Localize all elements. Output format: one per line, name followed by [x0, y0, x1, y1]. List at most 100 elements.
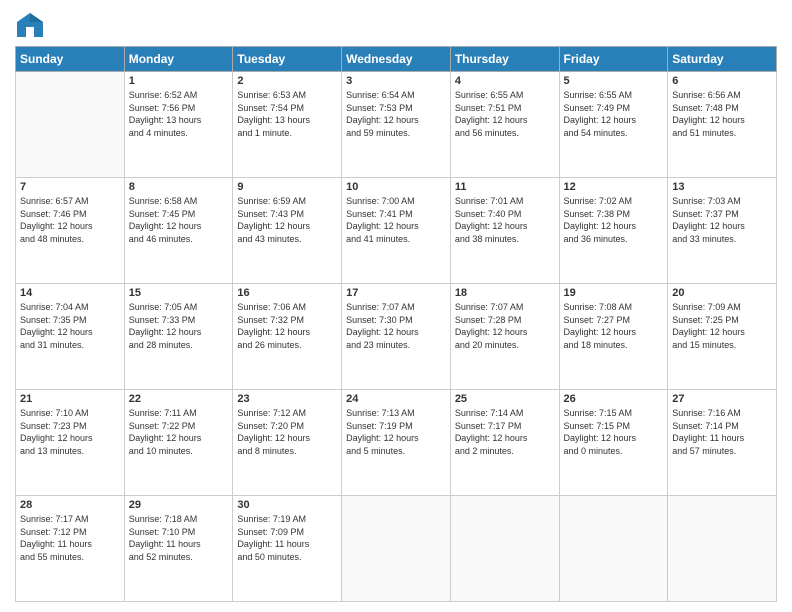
- day-cell: 27 Sunrise: 7:16 AM Sunset: 7:14 PM Dayli…: [668, 390, 777, 496]
- day-cell: [342, 496, 451, 602]
- day-cell: 15 Sunrise: 7:05 AM Sunset: 7:33 PM Dayli…: [124, 284, 233, 390]
- day-info: Sunrise: 6:52 AM Sunset: 7:56 PM Dayligh…: [129, 89, 229, 139]
- day-info: Sunrise: 7:09 AM Sunset: 7:25 PM Dayligh…: [672, 301, 772, 351]
- day-cell: [16, 72, 125, 178]
- day-cell: 28 Sunrise: 7:17 AM Sunset: 7:12 PM Dayli…: [16, 496, 125, 602]
- day-info: Sunrise: 7:10 AM Sunset: 7:23 PM Dayligh…: [20, 407, 120, 457]
- day-cell: 2 Sunrise: 6:53 AM Sunset: 7:54 PM Daylig…: [233, 72, 342, 178]
- day-info: Sunrise: 6:58 AM Sunset: 7:45 PM Dayligh…: [129, 195, 229, 245]
- day-cell: [559, 496, 668, 602]
- day-cell: 23Sunrise: 7:12 AM Sunset: 7:20 PM Dayli…: [233, 390, 342, 496]
- day-number: 27: [672, 393, 772, 405]
- day-info: Sunrise: 6:53 AM Sunset: 7:54 PM Dayligh…: [237, 89, 337, 139]
- day-info: Sunrise: 6:57 AM Sunset: 7:46 PM Dayligh…: [20, 195, 120, 245]
- day-number: 25: [455, 393, 555, 405]
- day-cell: [450, 496, 559, 602]
- day-cell: [668, 496, 777, 602]
- weekday-saturday: Saturday: [668, 47, 777, 72]
- day-number: 20: [672, 287, 772, 299]
- day-info: Sunrise: 7:15 AM Sunset: 7:15 PM Dayligh…: [564, 407, 664, 457]
- day-cell: 12Sunrise: 7:02 AM Sunset: 7:38 PM Dayli…: [559, 178, 668, 284]
- day-number: 6: [672, 75, 772, 87]
- day-number: 9: [237, 181, 337, 193]
- day-cell: 8Sunrise: 6:58 AM Sunset: 7:45 PM Daylig…: [124, 178, 233, 284]
- day-number: 19: [564, 287, 664, 299]
- day-info: Sunrise: 7:00 AM Sunset: 7:41 PM Dayligh…: [346, 195, 446, 245]
- day-cell: 3Sunrise: 6:54 AM Sunset: 7:53 PM Daylig…: [342, 72, 451, 178]
- weekday-sunday: Sunday: [16, 47, 125, 72]
- day-info: Sunrise: 6:56 AM Sunset: 7:48 PM Dayligh…: [672, 89, 772, 139]
- day-number: 10: [346, 181, 446, 193]
- week-row-1: 7 Sunrise: 6:57 AM Sunset: 7:46 PM Daylig…: [16, 178, 777, 284]
- day-cell: 13Sunrise: 7:03 AM Sunset: 7:37 PM Dayli…: [668, 178, 777, 284]
- day-number: 11: [455, 181, 555, 193]
- day-number: 23: [237, 393, 337, 405]
- day-number: 30: [237, 499, 337, 511]
- weekday-thursday: Thursday: [450, 47, 559, 72]
- week-row-0: 1 Sunrise: 6:52 AM Sunset: 7:56 PM Daylig…: [16, 72, 777, 178]
- day-info: Sunrise: 7:13 AM Sunset: 7:19 PM Dayligh…: [346, 407, 446, 457]
- day-cell: 14 Sunrise: 7:04 AM Sunset: 7:35 PM Dayli…: [16, 284, 125, 390]
- day-cell: 1 Sunrise: 6:52 AM Sunset: 7:56 PM Daylig…: [124, 72, 233, 178]
- day-number: 28: [20, 499, 120, 511]
- day-number: 26: [564, 393, 664, 405]
- day-number: 21: [20, 393, 120, 405]
- day-number: 7: [20, 181, 120, 193]
- day-cell: 29 Sunrise: 7:18 AM Sunset: 7:10 PM Dayli…: [124, 496, 233, 602]
- logo: [15, 10, 49, 40]
- day-cell: 16Sunrise: 7:06 AM Sunset: 7:32 PM Dayli…: [233, 284, 342, 390]
- day-number: 16: [237, 287, 337, 299]
- day-info: Sunrise: 6:55 AM Sunset: 7:51 PM Dayligh…: [455, 89, 555, 139]
- day-info: Sunrise: 7:11 AM Sunset: 7:22 PM Dayligh…: [129, 407, 229, 457]
- day-cell: 5Sunrise: 6:55 AM Sunset: 7:49 PM Daylig…: [559, 72, 668, 178]
- day-info: Sunrise: 7:18 AM Sunset: 7:10 PM Dayligh…: [129, 513, 229, 563]
- day-info: Sunrise: 6:54 AM Sunset: 7:53 PM Dayligh…: [346, 89, 446, 139]
- day-cell: 7 Sunrise: 6:57 AM Sunset: 7:46 PM Daylig…: [16, 178, 125, 284]
- day-info: Sunrise: 7:07 AM Sunset: 7:30 PM Dayligh…: [346, 301, 446, 351]
- day-info: Sunrise: 7:08 AM Sunset: 7:27 PM Dayligh…: [564, 301, 664, 351]
- day-cell: 22 Sunrise: 7:11 AM Sunset: 7:22 PM Dayli…: [124, 390, 233, 496]
- day-number: 15: [129, 287, 229, 299]
- day-cell: 30 Sunrise: 7:19 AM Sunset: 7:09 PM Dayli…: [233, 496, 342, 602]
- day-number: 22: [129, 393, 229, 405]
- day-cell: 11 Sunrise: 7:01 AM Sunset: 7:40 PM Dayli…: [450, 178, 559, 284]
- day-number: 29: [129, 499, 229, 511]
- day-cell: 18Sunrise: 7:07 AM Sunset: 7:28 PM Dayli…: [450, 284, 559, 390]
- day-cell: 19 Sunrise: 7:08 AM Sunset: 7:27 PM Dayli…: [559, 284, 668, 390]
- day-number: 1: [129, 75, 229, 87]
- logo-icon: [15, 10, 45, 40]
- day-info: Sunrise: 7:01 AM Sunset: 7:40 PM Dayligh…: [455, 195, 555, 245]
- weekday-wednesday: Wednesday: [342, 47, 451, 72]
- day-number: 4: [455, 75, 555, 87]
- week-row-2: 14 Sunrise: 7:04 AM Sunset: 7:35 PM Dayli…: [16, 284, 777, 390]
- day-number: 2: [237, 75, 337, 87]
- weekday-friday: Friday: [559, 47, 668, 72]
- day-number: 14: [20, 287, 120, 299]
- day-cell: 25Sunrise: 7:14 AM Sunset: 7:17 PM Dayli…: [450, 390, 559, 496]
- day-cell: 4 Sunrise: 6:55 AM Sunset: 7:51 PM Daylig…: [450, 72, 559, 178]
- day-info: Sunrise: 7:05 AM Sunset: 7:33 PM Dayligh…: [129, 301, 229, 351]
- day-cell: 24 Sunrise: 7:13 AM Sunset: 7:19 PM Dayli…: [342, 390, 451, 496]
- weekday-monday: Monday: [124, 47, 233, 72]
- day-number: 5: [564, 75, 664, 87]
- weekday-header-row: SundayMondayTuesdayWednesdayThursdayFrid…: [16, 47, 777, 72]
- day-info: Sunrise: 7:19 AM Sunset: 7:09 PM Dayligh…: [237, 513, 337, 563]
- day-info: Sunrise: 7:16 AM Sunset: 7:14 PM Dayligh…: [672, 407, 772, 457]
- day-cell: 20 Sunrise: 7:09 AM Sunset: 7:25 PM Dayli…: [668, 284, 777, 390]
- day-cell: 6 Sunrise: 6:56 AM Sunset: 7:48 PM Daylig…: [668, 72, 777, 178]
- day-cell: 26 Sunrise: 7:15 AM Sunset: 7:15 PM Dayli…: [559, 390, 668, 496]
- week-row-3: 21 Sunrise: 7:10 AM Sunset: 7:23 PM Dayli…: [16, 390, 777, 496]
- day-number: 17: [346, 287, 446, 299]
- day-info: Sunrise: 7:07 AM Sunset: 7:28 PM Dayligh…: [455, 301, 555, 351]
- day-info: Sunrise: 7:04 AM Sunset: 7:35 PM Dayligh…: [20, 301, 120, 351]
- page: SundayMondayTuesdayWednesdayThursdayFrid…: [0, 0, 792, 612]
- day-info: Sunrise: 7:17 AM Sunset: 7:12 PM Dayligh…: [20, 513, 120, 563]
- day-info: Sunrise: 7:02 AM Sunset: 7:38 PM Dayligh…: [564, 195, 664, 245]
- day-info: Sunrise: 6:59 AM Sunset: 7:43 PM Dayligh…: [237, 195, 337, 245]
- weekday-tuesday: Tuesday: [233, 47, 342, 72]
- day-number: 24: [346, 393, 446, 405]
- day-number: 13: [672, 181, 772, 193]
- week-row-4: 28 Sunrise: 7:17 AM Sunset: 7:12 PM Dayli…: [16, 496, 777, 602]
- day-cell: 9 Sunrise: 6:59 AM Sunset: 7:43 PM Daylig…: [233, 178, 342, 284]
- calendar-table: SundayMondayTuesdayWednesdayThursdayFrid…: [15, 46, 777, 602]
